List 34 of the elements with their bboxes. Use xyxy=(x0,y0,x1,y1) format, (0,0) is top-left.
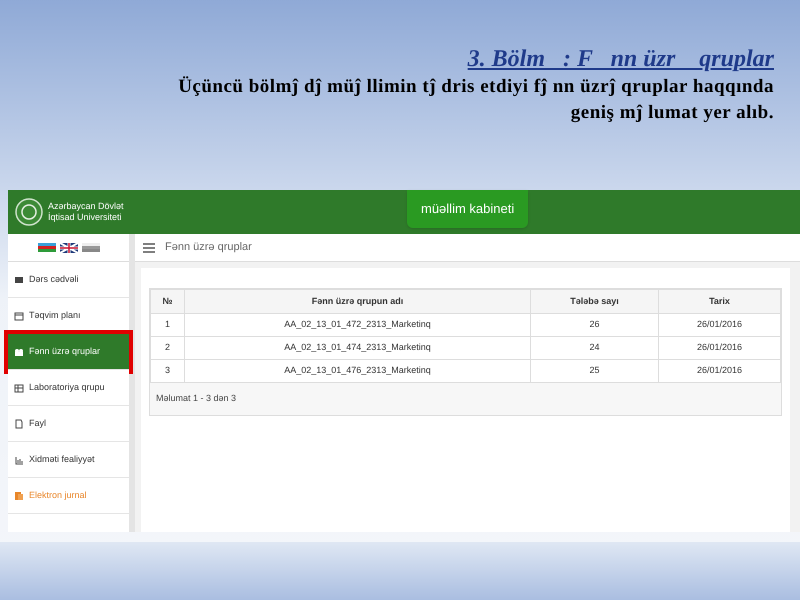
table-cell: 3 xyxy=(150,360,184,382)
table-cell: 1 xyxy=(150,314,184,336)
column-header: № xyxy=(150,290,184,314)
menu-item-icon xyxy=(14,454,24,464)
table-cell: AA_02_13_01_474_2313_Marketinq xyxy=(184,336,530,360)
university-emblem-icon xyxy=(14,197,44,227)
university-name: İqtisad Universiteti xyxy=(48,212,123,223)
cabinet-button[interactable]: müəllim kabineti xyxy=(407,190,528,228)
flag-icon[interactable] xyxy=(60,242,78,252)
table-info-text: Məlumat 1 - 3 dən 3 xyxy=(155,392,238,405)
menu-item-icon xyxy=(14,490,24,500)
university-name: Azərbaycan Dövlət xyxy=(48,201,124,212)
column-header: Fənn üzrə qrupun adı xyxy=(184,290,530,314)
table-cell: 25 xyxy=(530,360,658,382)
slide-title: 3. Bölm : F nn üzr qruplar xyxy=(468,45,774,74)
table-cell: 26/01/2016 xyxy=(658,336,780,360)
menu-icon[interactable] xyxy=(143,242,155,252)
table-cell: 2 xyxy=(150,336,184,360)
table-cell: 26/01/2016 xyxy=(658,360,780,382)
column-header: Tələbə sayı xyxy=(530,290,658,314)
flag-icon[interactable] xyxy=(38,242,56,252)
menu-item-icon xyxy=(14,310,24,320)
menu-item-icon xyxy=(14,274,24,284)
slide-body-text: Üçüncü bölmĵ dĵ müĵ llimin tĵ dris etdiyi fĵ nn üzrĵ qruplar haqqında geniş mĵ lumat yer alıb. xyxy=(177,75,774,125)
menu-item-icon xyxy=(14,418,24,428)
menu-item-icon xyxy=(14,382,24,392)
table-cell: AA_02_13_01_472_2313_Marketinq xyxy=(184,314,530,336)
table-cell: 24 xyxy=(530,336,658,360)
table-cell: 26 xyxy=(530,314,658,336)
column-header: Tarix xyxy=(658,290,780,314)
page-heading: Fənn üzrə qruplar xyxy=(165,240,252,256)
table-cell: AA_02_13_01_476_2313_Marketinq xyxy=(184,360,530,382)
table-cell: 26/01/2016 xyxy=(658,314,780,336)
menu-item-icon xyxy=(14,346,24,356)
